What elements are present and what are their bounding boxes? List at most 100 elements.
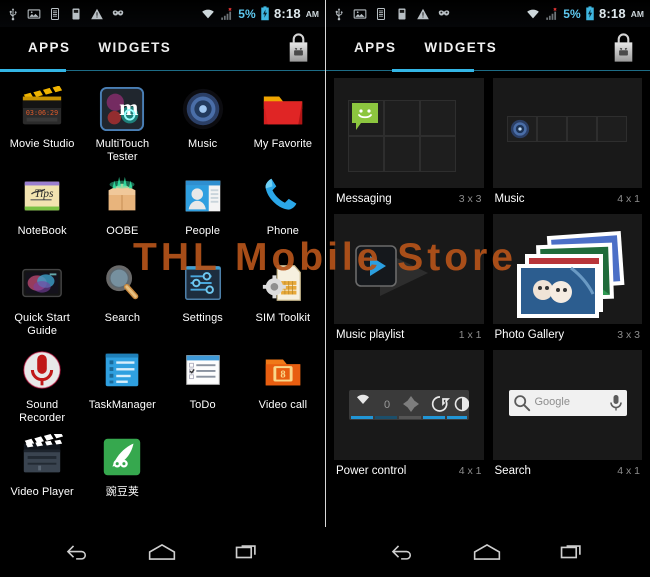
widget-name: Photo Gallery [494, 329, 565, 341]
tab-bar-left: APPS WIDGETS [0, 27, 325, 72]
app-label: Video Player [10, 486, 74, 498]
app-item[interactable]: Quick Start Guide [2, 254, 82, 339]
tab-widgets[interactable]: WIDGETS [84, 27, 185, 68]
battery-charging-icon [261, 6, 269, 21]
app-label: NoteBook [17, 225, 67, 237]
app-label: Sound Recorder [19, 399, 66, 424]
app-item[interactable]: Settings [163, 254, 243, 339]
tab-apps[interactable]: APPS [14, 27, 84, 68]
back-button[interactable] [57, 535, 97, 569]
recents-button[interactable] [553, 535, 593, 569]
widget-size: 4 x 1 [617, 465, 640, 477]
app-label: MultiTouch Tester [95, 138, 150, 163]
app-item[interactable]: 8 Video call [243, 341, 323, 426]
app-item[interactable]: Tips NoteBook [2, 167, 82, 252]
music-icon [180, 86, 226, 132]
oobe-icon [99, 173, 145, 219]
power-control-widget-preview[interactable]: 0 [334, 350, 484, 460]
widget-item[interactable]: Messaging 3 x 3 [334, 78, 484, 205]
app-item[interactable]: SIM Toolkit [243, 254, 323, 339]
messaging-widget-preview[interactable] [334, 78, 484, 188]
signal-no-service-icon [221, 7, 232, 20]
home-button[interactable] [467, 535, 507, 569]
app-item[interactable]: My Favorite [243, 80, 323, 165]
clock-ampm: AM [305, 8, 319, 19]
sim-card-2-icon [72, 7, 80, 20]
sim-card-1-icon [51, 7, 59, 20]
navigation-bar-right [325, 527, 650, 577]
widget-size: 4 x 1 [458, 465, 482, 477]
app-item[interactable]: m MultiTouch Tester [82, 80, 162, 165]
wifi-icon [527, 9, 540, 18]
widget-item[interactable]: Photo Gallery 3 x 3 [492, 214, 642, 341]
screenshot-root: 5% 8:18 AM APPS WIDGETS 03:06:29 Movie S… [0, 0, 650, 577]
clock-ampm: AM [630, 8, 644, 19]
app-label: Search [104, 312, 141, 324]
search-widget-preview[interactable]: Google [492, 350, 642, 460]
messaging-bubble-icon [352, 103, 378, 130]
app-label: TaskManager [88, 399, 156, 411]
widget-size: 1 x 1 [458, 329, 482, 341]
my-favorite-icon [260, 86, 306, 132]
app-item[interactable]: Video Player [2, 428, 82, 513]
widget-name: Music playlist [336, 329, 405, 341]
video-player-icon [19, 431, 65, 480]
app-item[interactable]: Search [82, 254, 162, 339]
microphone-icon [609, 395, 622, 411]
tab-active-underline [0, 69, 66, 72]
app-label: ToDo [189, 399, 216, 411]
app-item[interactable]: Music [163, 80, 243, 165]
svg-text:0: 0 [384, 399, 390, 411]
music-playlist-widget-preview[interactable] [334, 214, 484, 324]
music-widget-preview[interactable] [492, 78, 642, 188]
app-label: Phone [266, 225, 300, 237]
taskmanager-icon [99, 347, 145, 393]
app-label: Music [188, 138, 218, 150]
signal-no-service-icon [546, 7, 557, 20]
battery-percent: 5% [563, 6, 581, 21]
search-icon [99, 260, 145, 306]
usb-icon [335, 7, 343, 20]
play-store-bag-icon[interactable] [282, 32, 315, 64]
app-item[interactable]: OOBE [82, 167, 162, 252]
widget-name: Messaging [336, 193, 392, 205]
widget-meta: Power control 4 x 1 [334, 460, 484, 477]
app-item[interactable]: TaskManager [82, 341, 162, 426]
widget-meta: Music 4 x 1 [493, 188, 643, 205]
search-placeholder: Google [534, 396, 570, 408]
app-item[interactable]: People [163, 167, 243, 252]
battery-charging-icon [586, 6, 594, 21]
app-label: My Favorite [253, 138, 313, 150]
status-icons-right-2: 5% 8:18 AM [526, 6, 644, 21]
app-item[interactable]: Sound Recorder [2, 341, 82, 426]
widgets-panel: 5% 8:18 AM APPS WIDGETS Messaging 3 x 3 … [325, 0, 650, 577]
play-store-bag-icon[interactable] [607, 32, 640, 64]
widget-item[interactable]: Music 4 x 1 [492, 78, 643, 205]
widget-size: 3 x 3 [458, 193, 482, 205]
tab-apps[interactable]: APPS [340, 27, 410, 68]
play-button-icon [355, 245, 397, 287]
tab-widgets[interactable]: WIDGETS [410, 27, 511, 68]
back-button[interactable] [382, 535, 422, 569]
warning-icon [91, 8, 103, 19]
app-item[interactable]: Phone [243, 167, 323, 252]
phone-icon [260, 173, 306, 219]
svg-text:Tips: Tips [34, 188, 54, 200]
widget-item[interactable]: 0 Power control 4 x 1 [334, 350, 484, 477]
widget-item[interactable]: Google Search 4 x 1 [492, 350, 642, 477]
app-item[interactable]: 豌豆荚 [82, 428, 162, 513]
status-icons-left-2 [332, 7, 451, 21]
status-bar-right: 5% 8:18 AM [326, 0, 650, 27]
home-button[interactable] [142, 535, 182, 569]
app-label: Movie Studio [9, 138, 75, 150]
photo-stack-icon [516, 231, 624, 318]
widget-name: Power control [336, 465, 407, 477]
status-icons-right: 5% 8:18 AM [201, 6, 319, 21]
app-item[interactable]: 03:06:29 Movie Studio [2, 80, 82, 165]
recents-button[interactable] [228, 535, 268, 569]
sim-card-2-icon [398, 7, 406, 20]
photo-gallery-widget-preview[interactable] [492, 214, 642, 324]
app-item[interactable]: ToDo [163, 341, 243, 426]
widget-item[interactable]: Music playlist 1 x 1 [334, 214, 484, 341]
widgets-grid: Messaging 3 x 3 Music 4 x 1 Music playlist… [326, 72, 650, 477]
